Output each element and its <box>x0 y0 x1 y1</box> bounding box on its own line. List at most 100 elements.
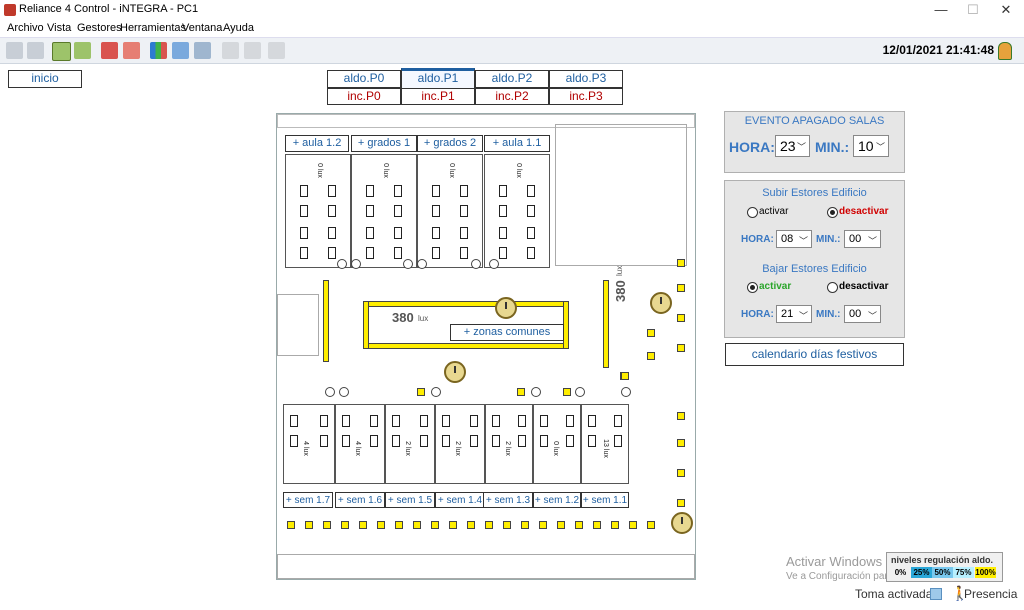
maximize-button[interactable]: ☐ <box>957 0 989 20</box>
light-fixture[interactable] <box>377 521 385 529</box>
light-fixture[interactable] <box>413 521 421 529</box>
light-fixture[interactable] <box>449 521 457 529</box>
subir-desactivar-radio[interactable] <box>827 207 838 218</box>
desk <box>300 205 308 217</box>
subir-min-select[interactable]: 00 ﹀ <box>844 230 881 248</box>
back-icon[interactable] <box>6 42 23 59</box>
light-fixture[interactable] <box>647 352 655 360</box>
calendario-button[interactable]: calendario días festivos <box>725 343 904 366</box>
light-fixture[interactable] <box>485 521 493 529</box>
tab-inc-p0[interactable]: inc.P0 <box>327 88 401 105</box>
light-fixture[interactable] <box>557 521 565 529</box>
room-sem-1-7: 4 lux <box>283 404 335 484</box>
minimize-button[interactable]: — <box>925 0 957 20</box>
subir-min-label: MIN.: <box>816 234 841 245</box>
tab-inc-p2[interactable]: inc.P2 <box>475 88 549 105</box>
room-sem-1-5-button[interactable]: + sem 1.5 <box>385 492 435 508</box>
room-sem-1-3-button[interactable]: + sem 1.3 <box>483 492 533 508</box>
light-fixture[interactable] <box>341 521 349 529</box>
light-fixture[interactable] <box>517 388 525 396</box>
data-table-icon[interactable] <box>172 42 189 59</box>
menu-herramientas[interactable]: Herramientas <box>120 22 186 34</box>
room-aula-1-1-button[interactable]: + aula 1.1 <box>484 135 550 152</box>
room-sem-1-6-button[interactable]: + sem 1.6 <box>335 492 385 508</box>
light-fixture[interactable] <box>305 521 313 529</box>
light-fixture[interactable] <box>503 521 511 529</box>
desk <box>394 247 402 259</box>
alarm-ack-icon[interactable] <box>123 42 140 59</box>
inicio-button[interactable]: inicio <box>8 70 82 88</box>
tab-aldo-p2[interactable]: aldo.P2 <box>475 70 549 88</box>
room-grados-2-button[interactable]: + grados 2 <box>417 135 483 152</box>
bajar-desactivar-radio[interactable] <box>827 282 838 293</box>
user-login-icon[interactable] <box>52 42 71 61</box>
desk <box>432 247 440 259</box>
zonas-comunes-button[interactable]: + zonas comunes <box>450 324 564 341</box>
menu-vista[interactable]: Vista <box>47 22 71 34</box>
light-fixture[interactable] <box>647 521 655 529</box>
light-fixture[interactable] <box>677 499 685 507</box>
light-fixture[interactable] <box>647 329 655 337</box>
tab-aldo-p3[interactable]: aldo.P3 <box>549 70 623 88</box>
right-lux-value: 380 <box>613 280 628 302</box>
trends-icon[interactable] <box>150 42 167 59</box>
light-fixture[interactable] <box>467 521 475 529</box>
toma-indicator-icon <box>930 588 942 600</box>
light-fixture[interactable] <box>359 521 367 529</box>
room-lux: 13 lux <box>601 439 609 458</box>
room-sem-1-2-button[interactable]: + sem 1.2 <box>533 492 581 508</box>
settings-icon[interactable] <box>268 42 285 59</box>
light-fixture[interactable] <box>323 521 331 529</box>
light-fixture[interactable] <box>611 521 619 529</box>
light-fixture[interactable] <box>575 521 583 529</box>
light-fixture[interactable] <box>417 388 425 396</box>
menu-gestores[interactable]: Gestores <box>77 22 122 34</box>
subir-activar-radio[interactable] <box>747 207 758 218</box>
light-fixture[interactable] <box>677 344 685 352</box>
menu-ayuda[interactable]: Ayuda <box>223 22 254 34</box>
bajar-activar-radio[interactable] <box>747 282 758 293</box>
presence-sensor <box>471 259 481 269</box>
light-fixture[interactable] <box>593 521 601 529</box>
alarm-icon[interactable] <box>101 42 118 59</box>
room-sem-1-1-button[interactable]: + sem 1.1 <box>581 492 629 508</box>
room-sem-1-7-button[interactable]: + sem 1.7 <box>283 492 333 508</box>
tab-aldo-p1[interactable]: aldo.P1 <box>401 68 475 90</box>
room-grados-1-button[interactable]: + grados 1 <box>351 135 417 152</box>
menu-ventana[interactable]: Ventana <box>182 22 222 34</box>
light-fixture[interactable] <box>563 388 571 396</box>
light-fixture[interactable] <box>431 521 439 529</box>
room-sem-1-4-button[interactable]: + sem 1.4 <box>435 492 485 508</box>
bajar-hora-select[interactable]: 21 ﹀ <box>776 305 812 323</box>
light-fixture[interactable] <box>677 439 685 447</box>
user-logout-icon[interactable] <box>74 42 91 59</box>
desk <box>394 205 402 217</box>
tab-inc-p3[interactable]: inc.P3 <box>549 88 623 105</box>
edit2-icon[interactable] <box>244 42 261 59</box>
menu-archivo[interactable]: Archivo <box>7 22 44 34</box>
light-fixture[interactable] <box>287 521 295 529</box>
light-fixture[interactable] <box>677 314 685 322</box>
evento-min-select[interactable]: 10 ﹀ <box>853 135 889 157</box>
print-icon[interactable] <box>194 42 211 59</box>
user-icon[interactable] <box>998 42 1012 60</box>
light-fixture[interactable] <box>677 259 685 267</box>
tab-aldo-p0[interactable]: aldo.P0 <box>327 70 401 88</box>
light-fixture[interactable] <box>539 521 547 529</box>
light-fixture[interactable] <box>621 372 629 380</box>
evento-hora-select[interactable]: 23 ﹀ <box>775 135 810 157</box>
room-aula-1-2-button[interactable]: + aula 1.2 <box>285 135 349 152</box>
light-fixture[interactable] <box>677 469 685 477</box>
light-fixture[interactable] <box>521 521 529 529</box>
close-button[interactable]: ✕ <box>990 0 1022 20</box>
subir-hora-select[interactable]: 08 ﹀ <box>776 230 812 248</box>
tab-inc-p1[interactable]: inc.P1 <box>401 88 475 105</box>
light-fixture[interactable] <box>677 412 685 420</box>
light-fixture[interactable] <box>629 521 637 529</box>
room-sem-1-1: 13 lux <box>581 404 629 484</box>
light-fixture[interactable] <box>677 284 685 292</box>
bajar-min-select[interactable]: 00 ﹀ <box>844 305 881 323</box>
light-fixture[interactable] <box>395 521 403 529</box>
edit-icon[interactable] <box>222 42 239 59</box>
forward-icon[interactable] <box>27 42 44 59</box>
